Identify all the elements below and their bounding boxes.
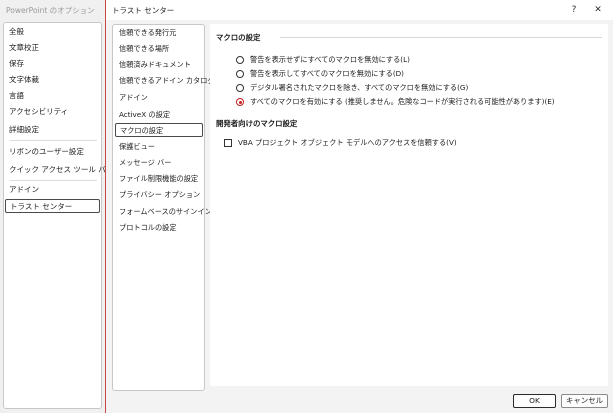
macro-option-disable-with-notify[interactable]: 警告を表示してすべてのマクロを無効にする(D) (236, 68, 404, 80)
nav-item-protocol-settings[interactable]: プロトコルの設定 (119, 221, 177, 235)
nav-item-trusted-documents[interactable]: 信頼済みドキュメント (119, 58, 191, 72)
nav-item-trusted-locations[interactable]: 信頼できる場所 (119, 42, 169, 56)
options-item-customize-ribbon[interactable]: リボンのユーザー設定 (9, 145, 84, 159)
options-item-save[interactable]: 保存 (9, 57, 24, 71)
trust-center-nav: 信頼できる発行元 信頼できる場所 信頼済みドキュメント 信頼できるアドイン カタ… (112, 24, 215, 391)
close-icon: ✕ (594, 5, 602, 15)
macro-settings-heading: マクロの設定 (216, 33, 261, 42)
dialog-title-bar: トラスト センター ? ✕ (106, 0, 613, 20)
options-item-quick-access-toolbar[interactable]: クイック アクセス ツール バー (9, 163, 113, 177)
nav-item-activex-settings[interactable]: ActiveX の設定 (119, 108, 170, 122)
macro-option-disable-no-notify[interactable]: 警告を表示せずにすべてのマクロを無効にする(L) (236, 54, 410, 66)
trust-center-dialog: トラスト センター ? ✕ 信頼できる発行元 信頼できる場所 信頼済みドキュメン… (105, 0, 613, 413)
radio-button[interactable] (236, 56, 244, 64)
help-button[interactable]: ? (566, 3, 582, 17)
radio-label: 警告を表示せずにすべてのマクロを無効にする(L) (250, 55, 410, 64)
nav-item-form-based-signin[interactable]: フォームベースのサインイン (119, 205, 212, 219)
nav-item-trusted-addin-catalogs[interactable]: 信頼できるアドイン カタログ (119, 74, 215, 88)
nav-item-addins[interactable]: アドイン (119, 91, 148, 105)
options-window: PowerPoint のオプション 全般 文章校正 保存 文字体裁 言語 アクセ… (0, 0, 113, 413)
options-window-title: PowerPoint のオプション (6, 6, 95, 15)
macro-option-enable-all[interactable]: すべてのマクロを有効にする (推奨しません。危険なコードが実行される可能性があり… (236, 96, 555, 108)
options-item-trust-center[interactable]: トラスト センター (5, 199, 100, 213)
nav-item-message-bar[interactable]: メッセージ バー (119, 156, 171, 170)
radio-label: すべてのマクロを有効にする (推奨しません。危険なコードが実行される可能性があり… (250, 97, 555, 106)
options-item-language[interactable]: 言語 (9, 89, 24, 103)
options-item-general[interactable]: 全般 (9, 25, 24, 39)
nav-item-protected-view[interactable]: 保護ビュー (119, 140, 155, 154)
macro-option-disable-except-signed[interactable]: デジタル署名されたマクロを除き、すべてのマクロを無効にする(G) (236, 82, 468, 94)
radio-label: 警告を表示してすべてのマクロを無効にする(D) (250, 69, 404, 78)
cancel-button[interactable]: キャンセル (561, 394, 608, 408)
options-category-list: 全般 文章校正 保存 文字体裁 言語 アクセシビリティ 詳細設定 リボンのユーザ… (3, 22, 113, 409)
macro-settings-panel: マクロの設定 警告を表示せずにすべてのマクロを無効にする(L) 警告を表示してす… (210, 24, 608, 386)
nav-item-trusted-publishers[interactable]: 信頼できる発行元 (119, 26, 176, 40)
dialog-title: トラスト センター (112, 6, 175, 15)
radio-label: デジタル署名されたマクロを除き、すべてのマクロを無効にする(G) (250, 83, 469, 92)
options-item-proofing[interactable]: 文章校正 (9, 41, 39, 55)
options-divider (10, 140, 97, 141)
nav-item-privacy-options[interactable]: プライバシー オプション (119, 188, 200, 202)
options-item-advanced[interactable]: 詳細設定 (9, 123, 39, 137)
radio-button[interactable] (236, 70, 244, 78)
ok-button[interactable]: OK (513, 394, 556, 408)
vba-access-option[interactable]: VBA プロジェクト オブジェクト モデルへのアクセスを信頼する(V) (224, 137, 457, 149)
radio-button-selected[interactable] (236, 98, 244, 106)
section-divider (280, 37, 602, 38)
radio-button[interactable] (236, 84, 244, 92)
nav-item-file-block-settings[interactable]: ファイル制限機能の設定 (119, 172, 198, 186)
vba-access-checkbox[interactable] (224, 139, 232, 147)
options-item-accessibility[interactable]: アクセシビリティ (9, 105, 68, 119)
options-item-typography[interactable]: 文字体裁 (9, 73, 39, 87)
developer-settings-heading: 開発者向けのマクロ設定 (216, 119, 298, 128)
vba-access-label: VBA プロジェクト オブジェクト モデルへのアクセスを信頼する(V) (238, 138, 457, 147)
options-divider (10, 180, 97, 181)
options-item-addins[interactable]: アドイン (9, 183, 39, 197)
close-button[interactable]: ✕ (590, 3, 606, 17)
nav-item-macro-settings[interactable]: マクロの設定 (115, 123, 203, 137)
